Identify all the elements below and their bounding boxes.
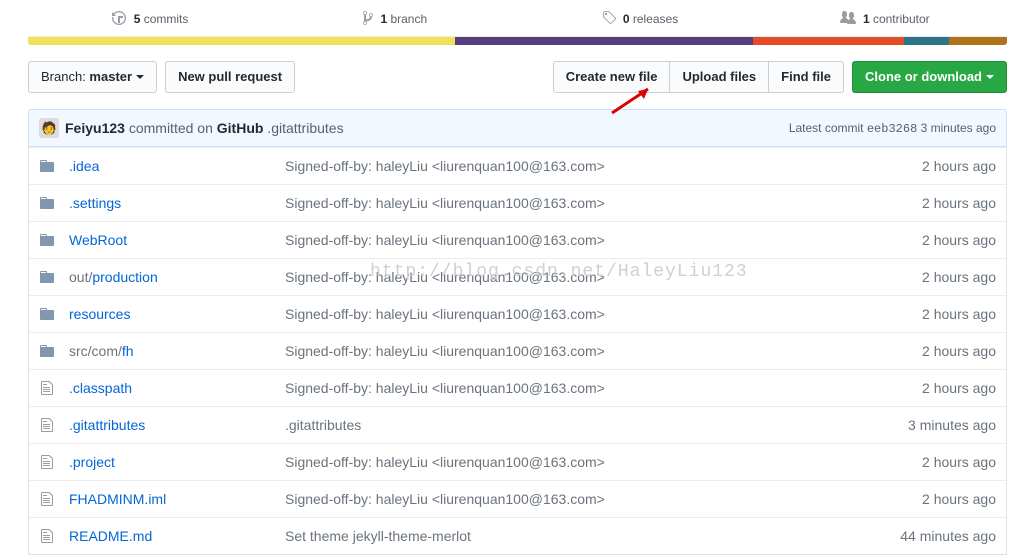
file-name-link[interactable]: resources <box>69 306 130 322</box>
table-row: FHADMINM.iml Signed-off-by: haleyLiu <liu… <box>29 480 1006 517</box>
file-name-link[interactable]: fh <box>122 343 134 359</box>
chevron-down-icon <box>986 75 994 83</box>
new-pull-request-button[interactable]: New pull request <box>165 61 295 93</box>
file-age: 2 hours ago <box>866 480 1006 517</box>
file-name-link[interactable]: FHADMINM.iml <box>69 491 166 507</box>
branch-dropdown[interactable]: Branch: master <box>28 61 157 93</box>
releases-count: 0 <box>623 12 630 26</box>
find-file-button[interactable]: Find file <box>768 61 844 93</box>
file-age: 2 hours ago <box>866 184 1006 221</box>
commit-message-link[interactable]: .gitattributes <box>275 406 866 443</box>
file-toolbar: Branch: master New pull request Create n… <box>28 61 1007 93</box>
folder-icon <box>39 306 55 322</box>
branches-stat[interactable]: 1 branch <box>273 0 518 36</box>
file-icon <box>39 417 55 433</box>
folder-icon <box>39 232 55 248</box>
file-name-link[interactable]: production <box>92 269 157 285</box>
file-age: 2 hours ago <box>866 221 1006 258</box>
commit-message-link[interactable]: Signed-off-by: haleyLiu <liurenquan100@1… <box>275 258 866 295</box>
commit-author-link[interactable]: Feiyu123 <box>65 120 125 136</box>
commit-hash-link[interactable]: eeb3268 <box>867 122 917 136</box>
file-age: 2 hours ago <box>866 332 1006 369</box>
chevron-down-icon <box>136 75 144 83</box>
file-name-link[interactable]: .classpath <box>69 380 132 396</box>
file-name-link[interactable]: .gitattributes <box>69 417 145 433</box>
table-row: .settings Signed-off-by: haleyLiu <liuren… <box>29 184 1006 221</box>
table-row: src/com/fhSigned-off-by: haleyLiu <liure… <box>29 332 1006 369</box>
commit-message-link[interactable]: Signed-off-by: haleyLiu <liurenquan100@1… <box>275 332 866 369</box>
releases-stat[interactable]: 0 releases <box>518 0 763 36</box>
file-name-link[interactable]: .project <box>69 454 115 470</box>
create-new-file-button[interactable]: Create new file <box>553 61 671 93</box>
upload-files-button[interactable]: Upload files <box>669 61 769 93</box>
file-name-link[interactable]: .idea <box>69 158 99 174</box>
language-bar[interactable] <box>28 37 1007 45</box>
commits-stat[interactable]: 5 commits <box>28 0 273 36</box>
table-row: .project Signed-off-by: haleyLiu <liurenq… <box>29 443 1006 480</box>
history-icon <box>112 10 126 26</box>
commit-message-link[interactable]: Signed-off-by: haleyLiu <liurenquan100@1… <box>275 184 866 221</box>
file-name-link[interactable]: WebRoot <box>69 232 127 248</box>
folder-icon <box>39 195 55 211</box>
commit-message-link[interactable]: Set theme jekyll-theme-merlot <box>275 517 866 554</box>
file-age: 2 hours ago <box>866 147 1006 184</box>
latest-commit-bar: 🧑 Feiyu123 committed on GitHub .gitattri… <box>28 109 1007 147</box>
table-row: .classpath Signed-off-by: haleyLiu <liure… <box>29 369 1006 406</box>
file-list: .idea Signed-off-by: haleyLiu <liurenquan… <box>28 147 1007 555</box>
table-row: out/productionSigned-off-by: haleyLiu <l… <box>29 258 1006 295</box>
file-name-link[interactable]: README.md <box>69 528 152 544</box>
contributors-stat[interactable]: 1 contributor <box>762 0 1007 36</box>
contributors-count: 1 <box>863 12 870 26</box>
repo-stats: 5 commits 1 branch 0 releases 1 contribu… <box>28 0 1007 37</box>
commit-message-link[interactable]: Signed-off-by: haleyLiu <liurenquan100@1… <box>275 221 866 258</box>
file-age: 44 minutes ago <box>866 517 1006 554</box>
file-age: 2 hours ago <box>866 443 1006 480</box>
people-icon <box>840 10 856 26</box>
folder-icon <box>39 158 55 174</box>
file-age: 2 hours ago <box>866 258 1006 295</box>
avatar[interactable]: 🧑 <box>39 118 59 138</box>
table-row: resources Signed-off-by: haleyLiu <liuren… <box>29 295 1006 332</box>
folder-icon <box>39 269 55 285</box>
table-row: .idea Signed-off-by: haleyLiu <liurenquan… <box>29 147 1006 184</box>
table-row: README.md Set theme jekyll-theme-merlot44… <box>29 517 1006 554</box>
commit-message[interactable]: .gitattributes <box>263 120 343 136</box>
file-icon <box>39 454 55 470</box>
commit-message-link[interactable]: Signed-off-by: haleyLiu <liurenquan100@1… <box>275 295 866 332</box>
commit-message-link[interactable]: Signed-off-by: haleyLiu <liurenquan100@1… <box>275 443 866 480</box>
file-icon <box>39 528 55 544</box>
file-name-link[interactable]: .settings <box>69 195 121 211</box>
table-row: WebRoot Signed-off-by: haleyLiu <liurenqu… <box>29 221 1006 258</box>
file-icon <box>39 380 55 396</box>
commit-time: 3 minutes ago <box>917 121 996 135</box>
commit-message-link[interactable]: Signed-off-by: haleyLiu <liurenquan100@1… <box>275 147 866 184</box>
table-row: .gitattributes.gitattributes3 minutes ag… <box>29 406 1006 443</box>
clone-download-button[interactable]: Clone or download <box>852 61 1007 93</box>
branch-icon <box>363 10 373 26</box>
commit-message-link[interactable]: Signed-off-by: haleyLiu <liurenquan100@1… <box>275 480 866 517</box>
commit-message-link[interactable]: Signed-off-by: haleyLiu <liurenquan100@1… <box>275 369 866 406</box>
file-age: 3 minutes ago <box>866 406 1006 443</box>
file-icon <box>39 491 55 507</box>
tag-icon <box>602 10 616 26</box>
file-age: 2 hours ago <box>866 295 1006 332</box>
folder-icon <box>39 343 55 359</box>
file-age: 2 hours ago <box>866 369 1006 406</box>
